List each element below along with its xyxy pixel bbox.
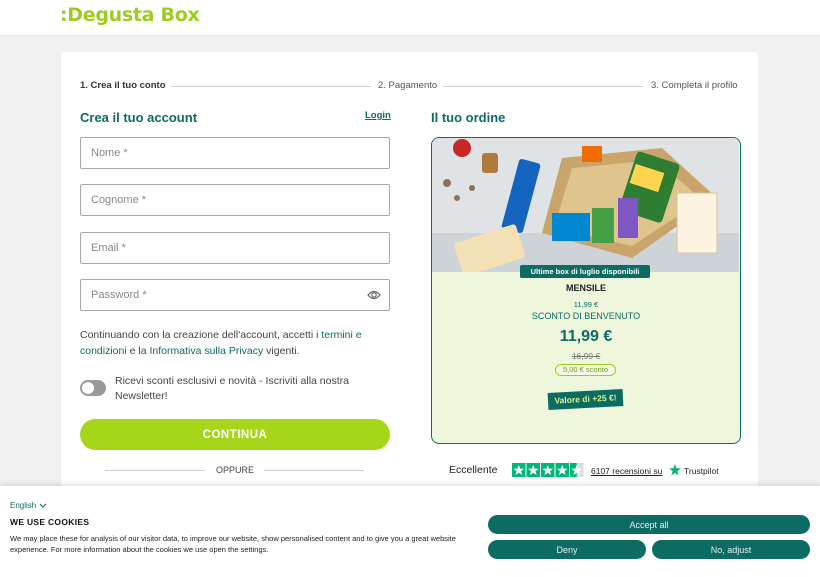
password-input[interactable] <box>81 280 389 310</box>
terms-text-part: vigenti. <box>263 345 300 357</box>
step-create-account: 1. Crea il tuo conto <box>80 80 166 91</box>
adjust-button[interactable]: No, adjust <box>652 540 810 559</box>
top-bar: :Degusta Box <box>0 0 820 36</box>
trustpilot-stars-icon <box>512 463 584 477</box>
product-box-image <box>432 138 739 272</box>
newsletter-toggle[interactable] <box>80 380 106 396</box>
chevron-down-icon <box>39 504 47 509</box>
eye-icon[interactable] <box>367 289 381 301</box>
plan-name: MENSILE <box>565 283 606 293</box>
welcome-discount-label: SCONTO DI BENVENUTO <box>531 311 641 321</box>
trustpilot-brand: Trustpilot <box>684 466 719 476</box>
terms-text: Continuando con la creazione dell'accoun… <box>80 327 390 359</box>
availability-badge: Ultime box di luglio disponibili <box>520 265 650 278</box>
language-selector[interactable]: English <box>10 501 47 510</box>
nome-field[interactable] <box>80 137 390 169</box>
newsletter-label: Ricevi sconti esclusivi e novità - Iscri… <box>115 375 349 402</box>
divider-line <box>105 470 205 471</box>
step-divider <box>443 86 643 87</box>
divider-line <box>264 470 364 471</box>
step-divider <box>171 86 371 87</box>
create-account-title: Crea il tuo account <box>80 110 198 125</box>
checkout-steps: 1. Crea il tuo conto 2. Pagamento 3. Com… <box>80 80 741 94</box>
or-separator: OPPURE <box>215 465 254 475</box>
privacy-link[interactable]: Informativa sulla Privacy <box>149 345 263 357</box>
step-payment: 2. Pagamento <box>378 80 438 91</box>
login-link[interactable]: Login <box>365 110 391 121</box>
toggle-knob <box>82 382 94 394</box>
nome-input[interactable] <box>81 138 389 168</box>
trustpilot-reviews-link[interactable]: 6107 recensioni su <box>591 466 662 476</box>
terms-text-part: e la <box>126 345 150 357</box>
cookie-banner: English WE USE COOKIES We may place thes… <box>0 486 820 577</box>
old-price: 16,99 € <box>571 351 601 361</box>
cognome-field[interactable] <box>80 184 390 216</box>
cognome-input[interactable] <box>81 185 389 215</box>
cookie-title: WE USE COOKIES <box>10 517 90 527</box>
discount-badge: 5,00 € sconto <box>555 364 616 376</box>
degusta-box-logo[interactable]: :Degusta Box <box>60 4 200 26</box>
order-price: 11,99 € <box>559 328 613 345</box>
plan-price-small: 11,99 € <box>573 300 599 309</box>
deny-button[interactable]: Deny <box>488 540 646 559</box>
language-label: English <box>10 501 37 510</box>
accept-all-button[interactable]: Accept all <box>488 515 810 534</box>
step-complete-profile: 3. Completa il profilo <box>651 80 738 91</box>
trustpilot-logo-star-icon <box>669 464 681 476</box>
trustpilot-rating-label: Eccellente <box>449 464 498 476</box>
email-input[interactable] <box>81 233 389 263</box>
terms-text-part: Continuando con la creazione dell'accoun… <box>80 329 322 341</box>
order-title: Il tuo ordine <box>431 110 506 125</box>
continue-button[interactable]: CONTINUA <box>80 419 390 450</box>
cookie-description: We may place these for analysis of our v… <box>10 534 456 554</box>
email-field[interactable] <box>80 232 390 264</box>
password-field[interactable] <box>80 279 390 311</box>
